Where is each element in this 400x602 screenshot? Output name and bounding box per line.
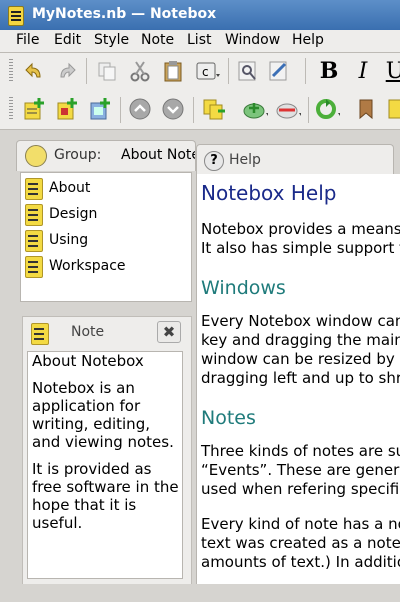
menu-note[interactable]: Note [141,32,174,48]
toolbar-separator [120,97,121,123]
group-icon [25,145,47,167]
notebox-app-icon [8,6,24,26]
help-paragraph: Every Notebox window can key and draggin… [201,312,400,388]
group-notes-icon[interactable] [201,96,227,122]
note-toolbar [0,89,400,130]
toolbar-separator [305,58,306,84]
help-line: used when refering specifi [201,480,400,498]
status-bar [0,584,400,602]
help-line: amounts of text.) In additio [201,553,400,571]
spellcheck-icon[interactable] [266,58,292,84]
find-icon[interactable] [235,58,261,84]
help-line: “Events”. These are generi [201,461,400,479]
help-line: It also has simple support f [201,239,400,257]
toolbar-separator [228,58,229,84]
add-contact-icon[interactable] [87,96,113,122]
group-label: Group: [54,147,102,163]
list-item[interactable]: Workspace [21,253,189,279]
menu-edit[interactable]: Edit [54,32,81,48]
note-icon [25,256,43,278]
group-selector[interactable]: Group: About Notebox [16,140,196,171]
paste-icon[interactable] [160,58,186,84]
svg-text:c: c [202,65,209,79]
note-text-editor[interactable]: About Notebox Notebox is an application … [27,351,183,579]
list-item[interactable]: About [21,175,189,201]
menu-bar: File Edit Style Note List Window Help [0,30,400,53]
bookmark-icon[interactable] [353,96,379,122]
toolbar-separator [308,97,309,123]
list-item-label: About [49,180,91,196]
add-event-icon[interactable] [54,96,80,122]
help-line: Three kinds of notes are su [201,442,400,460]
toolbar-grip[interactable] [9,97,13,121]
list-item-label: Workspace [49,258,126,274]
move-up-icon[interactable] [127,96,153,122]
move-down-icon[interactable] [160,96,186,122]
help-line: window can be resized by [201,350,395,368]
note-panel: Note ✖ About Notebox Notebox is an appli… [22,316,192,586]
note-icon [25,204,43,226]
help-line: Notebox provides a means [201,220,400,238]
italic-button[interactable]: I [350,58,376,84]
help-line: Every kind of note has a no [201,515,400,533]
note-paragraph: It is provided as free software in the h… [32,460,179,532]
title-bar[interactable]: MyNotes.nb — Notebox [0,0,400,30]
menu-window[interactable]: Window [225,32,280,48]
menu-list[interactable]: List [187,32,211,48]
toolbar-separator [193,97,194,123]
menu-file[interactable]: File [16,32,39,48]
note-panel-header: Note ✖ [23,317,191,347]
help-paragraph: Notebox provides a means It also has sim… [201,220,400,258]
redo-icon[interactable] [54,58,80,84]
remove-cloud-icon[interactable] [275,96,301,122]
help-line: dragging left and up to shr [201,369,400,387]
note-panel-title: Note [71,324,105,340]
menu-help[interactable]: Help [292,32,324,48]
note-paragraph: Notebox is an application for writing, e… [32,379,174,451]
window-title: MyNotes.nb — Notebox [32,6,217,22]
note-icon [25,230,43,252]
group-name: About Notebox [121,147,195,163]
help-heading: Notebox Help [201,181,337,205]
list-item-label: Using [49,232,89,248]
help-section-heading: Windows [201,277,286,299]
add-note-icon[interactable] [21,96,47,122]
help-line: Every Notebox window can [201,312,400,330]
notes-list: About Design Using Workspace [20,172,192,302]
help-section-heading: Notes [201,407,256,429]
tab-help-label: Help [229,152,261,168]
list-item-label: Design [49,206,98,222]
menu-style[interactable]: Style [94,32,129,48]
note-icon [31,323,49,345]
list-item[interactable]: Using [21,227,189,253]
close-button[interactable]: ✖ [157,321,181,343]
help-line: text was created as a note [201,534,400,552]
toolbar-grip[interactable] [9,59,13,83]
toolbar-separator [86,58,87,84]
note-paragraph: About Notebox [32,352,144,370]
more-tools-icon[interactable] [383,96,400,122]
help-line: key and dragging the main [201,331,400,349]
edit-toolbar: c B I U [0,53,400,89]
sync-cloud-icon[interactable] [242,96,268,122]
help-paragraph: Every kind of note has a no text was cre… [201,515,400,572]
bold-button[interactable]: B [316,58,342,84]
help-paragraph: Three kinds of notes are su “Events”. Th… [201,442,400,499]
underline-button[interactable]: U [382,58,400,84]
undo-icon[interactable] [21,58,47,84]
tab-help[interactable]: ? Help [196,144,394,175]
list-item[interactable]: Design [21,201,189,227]
insert-special-icon[interactable]: c [195,58,221,84]
help-icon: ? [204,151,224,171]
copy-icon[interactable] [94,58,120,84]
cut-icon[interactable] [127,58,153,84]
recycle-icon[interactable] [314,96,340,122]
help-viewer[interactable]: Notebox Help Notebox provides a means It… [196,174,400,584]
note-icon [25,178,43,200]
